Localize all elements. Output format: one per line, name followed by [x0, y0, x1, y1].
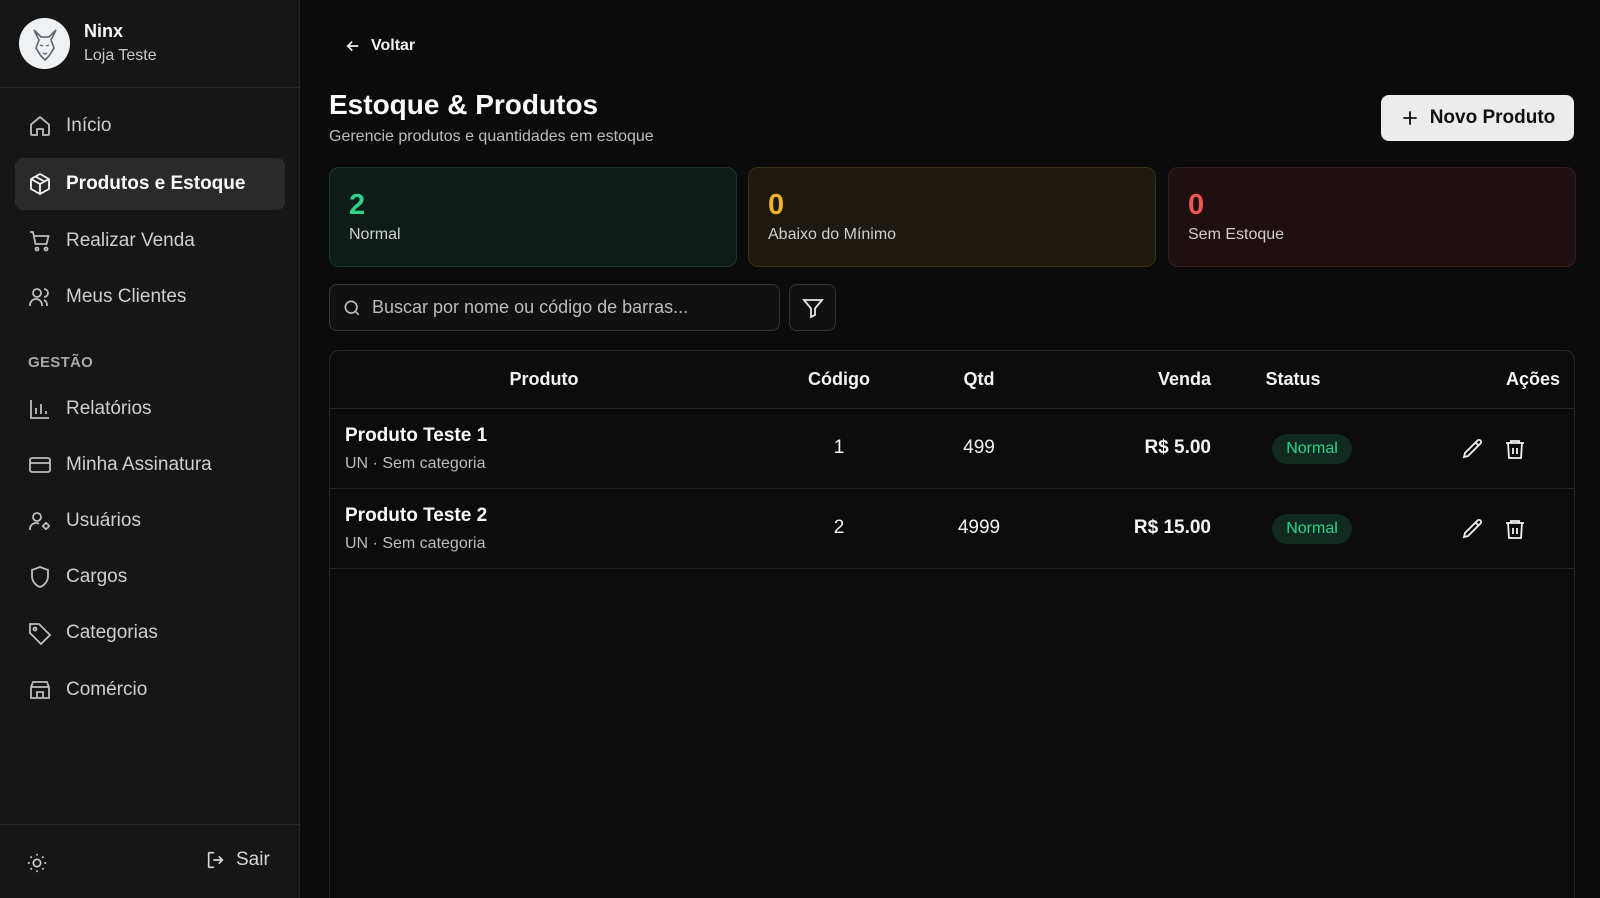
trash-icon[interactable]: [1503, 437, 1527, 461]
column-header-acoes: Ações: [1505, 369, 1560, 389]
sidebar-item-label: Usuários: [66, 510, 141, 531]
store-icon: [30, 681, 50, 699]
product-name: Produto Teste 1: [345, 425, 488, 446]
product-code: 1: [833, 437, 845, 458]
product-price: R$ 15.00: [1133, 517, 1211, 538]
main-content: Voltar Estoque & Produtos Gerencie produ…: [300, 0, 1600, 898]
sidebar-item-label: Início: [66, 115, 112, 136]
page-subtitle: Gerencie produtos e quantidades em estoq…: [329, 128, 654, 145]
product-meta: UN · Sem categoria: [345, 455, 486, 472]
user-cog-icon: [29, 512, 50, 530]
sidebar-header: Ninx Loja Teste: [0, 0, 299, 88]
sidebar-item-cargos[interactable]: Cargos: [15, 551, 285, 603]
new-product-button[interactable]: Novo Produto: [1381, 95, 1574, 141]
sidebar-item-comercio[interactable]: Comércio: [15, 664, 285, 716]
stat-label: Normal: [349, 226, 401, 243]
sidebar-item-inicio[interactable]: Início: [15, 100, 285, 152]
search-box: [329, 284, 780, 331]
sidebar-item-label: Cargos: [66, 566, 128, 587]
box-icon: [30, 172, 50, 196]
sidebar-item-categorias[interactable]: Categorias: [15, 607, 285, 659]
sidebar: Ninx Loja Teste Início Produtos e Estoqu…: [0, 0, 300, 898]
product-qty: 499: [963, 437, 995, 458]
trash-icon[interactable]: [1503, 517, 1527, 541]
new-product-label: Novo Produto: [1429, 107, 1556, 128]
status-badge: Normal: [1272, 434, 1352, 464]
shield-icon: [31, 566, 49, 588]
stat-label: Sem Estoque: [1188, 226, 1285, 243]
column-header-status: Status: [1265, 369, 1321, 389]
bar-chart-icon: [30, 400, 49, 419]
stat-value: 0: [768, 189, 785, 221]
sidebar-item-label: Realizar Venda: [66, 230, 195, 251]
sidebar-item-produtos-estoque[interactable]: Produtos e Estoque: [15, 158, 285, 210]
products-table: Produto Código Qtd Venda Status Ações Pr…: [329, 350, 1575, 898]
stat-card-below-minimum: 0 Abaixo do Mínimo: [748, 167, 1156, 267]
column-header-venda: Venda: [1157, 369, 1211, 389]
store-name: Loja Teste: [84, 47, 157, 64]
back-button[interactable]: Voltar: [344, 37, 415, 55]
cart-icon: [30, 231, 50, 252]
sidebar-item-meus-clientes[interactable]: Meus Clientes: [15, 271, 285, 323]
search-icon: [344, 300, 360, 315]
product-name: Produto Teste 2: [345, 505, 488, 526]
sidebar-item-label: Minha Assinatura: [66, 454, 212, 475]
plus-icon: [1403, 111, 1417, 125]
logout-icon: [207, 851, 224, 869]
logout-button[interactable]: Sair: [205, 849, 270, 871]
product-code: 2: [833, 517, 845, 538]
table-header: Produto Código Qtd Venda Status Ações: [330, 351, 1574, 409]
sidebar-footer: Sair: [0, 824, 300, 898]
sidebar-item-label: Categorias: [66, 622, 158, 643]
logout-label: Sair: [236, 849, 270, 870]
table-row[interactable]: Produto Teste 2 UN · Sem categoria 2 499…: [330, 489, 1574, 569]
column-header-qtd: Qtd: [963, 369, 995, 389]
sidebar-item-usuarios[interactable]: Usuários: [15, 495, 285, 547]
edit-icon[interactable]: [1461, 517, 1485, 541]
filter-icon: [801, 298, 824, 318]
sidebar-item-relatorios[interactable]: Relatórios: [15, 383, 285, 435]
page-title: Estoque & Produtos: [329, 89, 599, 120]
section-label-gestao: GESTÃO: [28, 354, 94, 371]
sidebar-item-label: Meus Clientes: [66, 286, 187, 307]
stat-label: Abaixo do Mínimo: [768, 226, 897, 243]
credit-card-icon: [29, 457, 51, 473]
arrow-left-icon: [346, 40, 359, 52]
avatar[interactable]: [19, 18, 70, 69]
sidebar-item-label: Relatórios: [66, 398, 152, 419]
back-label: Voltar: [371, 37, 416, 54]
wolf-logo-icon: [19, 18, 70, 69]
product-qty: 4999: [957, 517, 1001, 538]
stat-card-normal: 2 Normal: [329, 167, 737, 267]
sidebar-item-minha-assinatura[interactable]: Minha Assinatura: [15, 439, 285, 491]
edit-icon[interactable]: [1461, 437, 1485, 461]
table-row[interactable]: Produto Teste 1 UN · Sem categoria 1 499…: [330, 409, 1574, 489]
tag-icon: [29, 623, 52, 645]
users-icon: [29, 288, 49, 306]
column-header-codigo: Código: [808, 369, 870, 389]
column-header-produto: Produto: [509, 369, 579, 389]
product-meta: UN · Sem categoria: [345, 535, 486, 552]
sun-icon[interactable]: [26, 852, 48, 874]
stat-card-out-of-stock: 0 Sem Estoque: [1168, 167, 1576, 267]
home-icon: [30, 115, 50, 136]
user-name: Ninx: [84, 21, 124, 41]
stat-value: 2: [349, 189, 366, 221]
filter-button[interactable]: [789, 284, 836, 331]
sidebar-item-label: Comércio: [66, 679, 148, 700]
product-price: R$ 5.00: [1144, 437, 1211, 458]
stat-value: 0: [1188, 189, 1205, 221]
status-badge: Normal: [1272, 514, 1352, 544]
search-input[interactable]: [372, 297, 772, 318]
sidebar-item-label: Produtos e Estoque: [66, 173, 246, 194]
sidebar-item-realizar-venda[interactable]: Realizar Venda: [15, 215, 285, 267]
